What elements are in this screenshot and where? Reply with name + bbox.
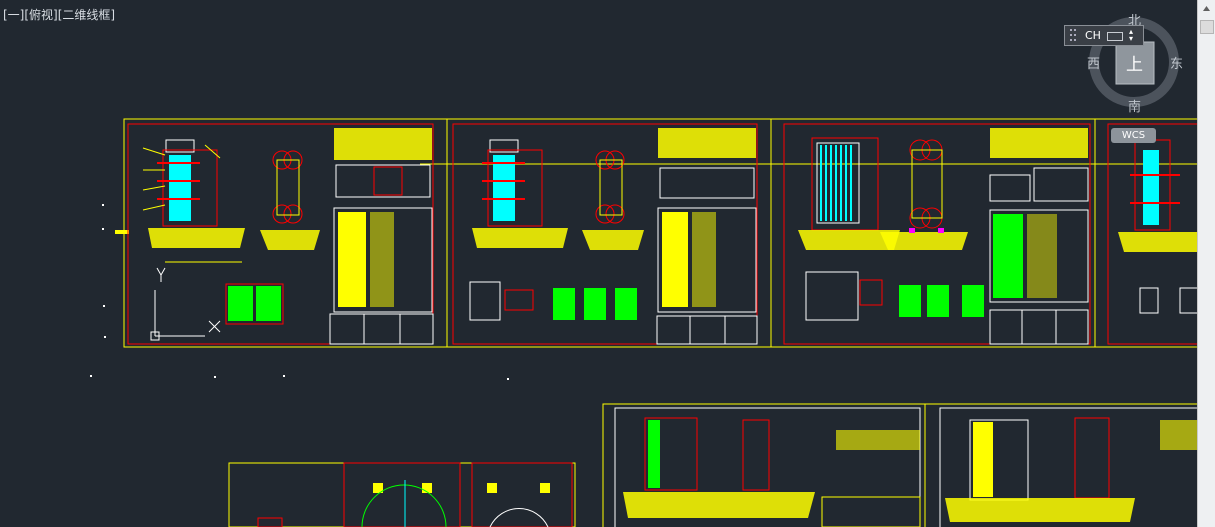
- keyboard-icon[interactable]: [1107, 32, 1123, 41]
- ime-menu-icon[interactable]: ▴ ▾: [1129, 28, 1133, 43]
- viewcube-south[interactable]: 南: [1128, 96, 1141, 115]
- ime-toolbar[interactable]: CH ▴ ▾: [1064, 25, 1144, 46]
- drawing-canvas[interactable]: [0, 0, 1198, 527]
- drawing-sheet-4[interactable]: [1107, 123, 1198, 345]
- viewcube-top-face[interactable]: 上: [1126, 50, 1143, 75]
- ime-mode-label[interactable]: CH: [1085, 29, 1101, 42]
- drag-handle-icon[interactable]: [1069, 28, 1077, 42]
- drawing-sheet-2[interactable]: [452, 123, 758, 345]
- scroll-up-arrow-icon[interactable]: [1198, 0, 1215, 17]
- viewcube-east[interactable]: 东: [1170, 53, 1183, 72]
- vertical-scrollbar[interactable]: [1197, 0, 1215, 527]
- wcs-menu-button[interactable]: WCS: [1111, 128, 1156, 143]
- ucs-icon: [150, 267, 221, 341]
- scrollbar-thumb[interactable]: [1200, 20, 1214, 34]
- stray-block: [115, 230, 129, 234]
- drawing-sheet-3[interactable]: [783, 123, 1091, 345]
- drawing-sheet-6[interactable]: [939, 407, 1198, 527]
- drawing-sheet-7[interactable]: [228, 462, 576, 527]
- viewcube-west[interactable]: 西: [1087, 53, 1100, 72]
- drawing-sheet-1[interactable]: [127, 123, 434, 345]
